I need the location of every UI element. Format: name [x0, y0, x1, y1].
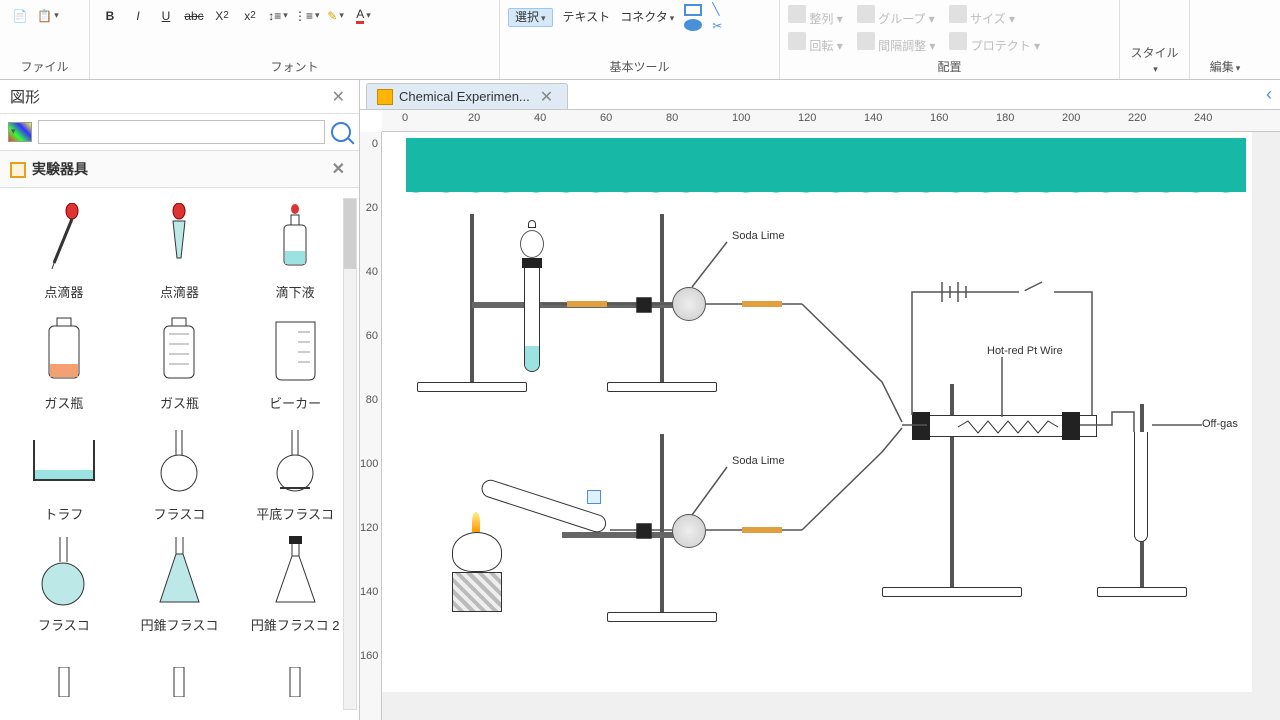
shapes-search-bar — [0, 114, 359, 151]
align-button[interactable]: 整列 ▾ — [788, 5, 843, 27]
shape-grid: 点滴器 点滴器 滴下液 ガス瓶 ガス瓶 — [0, 188, 359, 720]
panel-expand-icon[interactable]: ‹ — [1266, 84, 1272, 105]
library-title: 実験器具 — [32, 161, 88, 177]
ruler-horizontal: 020406080100120140160180200220240 — [382, 110, 1280, 132]
sep-funnel[interactable] — [520, 230, 544, 258]
library-close-button[interactable]: ✕ — [328, 159, 349, 179]
strike-button[interactable]: abc — [182, 4, 206, 28]
ribbon-group-arrange: 整列 ▾ グループ ▾ サイズ ▾ 回転 ▾ 間隔調整 ▾ プロテクト ▾ 配置 — [780, 0, 1120, 79]
connector-tool-button[interactable]: コネクタ — [620, 11, 674, 24]
ribbon-label-font: フォント — [98, 56, 491, 79]
ribbon-group-file: 📄 📋 ファイル — [0, 0, 90, 79]
subscript-button[interactable]: X2 — [210, 4, 234, 28]
label-offgas[interactable]: Off-gas — [1202, 418, 1238, 430]
drawing-page[interactable]: Soda Lime Soda Lime Hot-red Pt Wire Off-… — [382, 132, 1252, 692]
highlight-button[interactable]: ✎ — [324, 4, 348, 28]
shape-drop-bottle[interactable]: 滴下液 — [245, 198, 345, 301]
ribbon-label-file: ファイル — [8, 56, 81, 79]
smart-tag-icon[interactable] — [587, 490, 601, 504]
test-tube-2[interactable] — [1134, 432, 1148, 542]
palette-icon[interactable] — [8, 122, 32, 142]
ribbon-group-font: B I U abc X2 x2 ↕≡ ⋮≡ ✎ A フォント — [90, 0, 500, 79]
size-button[interactable]: サイズ ▾ — [949, 5, 1015, 27]
shape-dropper-2[interactable]: 点滴器 — [129, 198, 229, 301]
library-icon — [10, 162, 26, 178]
shape-partial-1[interactable] — [14, 642, 114, 720]
label-pt-wire[interactable]: Hot-red Pt Wire — [987, 345, 1063, 357]
underline-button[interactable]: U — [154, 4, 178, 28]
tab-close-button[interactable]: ✕ — [536, 87, 557, 107]
shapes-panel: 図形 ✕ 実験器具 ✕ 点滴器 点滴器 — [0, 80, 360, 720]
shape-trough[interactable]: トラフ — [14, 420, 114, 523]
shape-erlenmeyer-2[interactable]: 円錐フラスコ 2 — [245, 531, 345, 634]
ribbon-toolbar: 📄 📋 ファイル B I U abc X2 x2 ↕≡ ⋮≡ ✎ A フォント … — [0, 0, 1280, 80]
search-icon[interactable] — [331, 122, 351, 142]
shape-flask-round[interactable]: フラスコ — [129, 420, 229, 523]
stand-5[interactable] — [1102, 402, 1202, 597]
alcohol-burner[interactable] — [452, 532, 502, 572]
shape-dropper-1[interactable]: 点滴器 — [14, 198, 114, 301]
label-soda-lime-2[interactable]: Soda Lime — [732, 455, 785, 467]
tab-chemical-experiment[interactable]: Chemical Experimen... ✕ — [366, 83, 568, 109]
page-banner — [406, 138, 1246, 192]
line-spacing-button[interactable]: ↕≡ — [266, 4, 290, 28]
canvas-area: Chemical Experimen... ✕ ‹ 02040608010012… — [360, 80, 1280, 720]
copy-icon[interactable]: 📄 — [8, 4, 32, 28]
shape-gas-bottle-1[interactable]: ガス瓶 — [14, 309, 114, 412]
shapes-close-button[interactable]: ✕ — [328, 87, 349, 107]
superscript-button[interactable]: x2 — [238, 4, 262, 28]
shape-flask-flat[interactable]: 平底フラスコ — [245, 420, 345, 523]
rotate-button[interactable]: 回転 ▾ — [788, 32, 843, 54]
bold-button[interactable]: B — [98, 4, 122, 28]
tube-end-right — [1062, 412, 1080, 440]
ribbon-label-style[interactable]: スタイル — [1128, 42, 1181, 79]
burner-stand — [452, 572, 502, 612]
bullets-button[interactable]: ⋮≡ — [294, 4, 320, 28]
tilted-tube[interactable] — [479, 477, 608, 534]
crop-icon[interactable]: ✂ — [712, 19, 722, 33]
shapes-scrollbar[interactable] — [343, 198, 357, 710]
document-tabs: Chemical Experimen... ✕ ‹ — [360, 80, 1280, 110]
italic-button[interactable]: I — [126, 4, 150, 28]
main-area: 図形 ✕ 実験器具 ✕ 点滴器 点滴器 — [0, 80, 1280, 720]
soda-lime-bulb-1[interactable] — [672, 287, 706, 321]
flame-icon — [472, 512, 480, 532]
shape-flask-round-2[interactable]: フラスコ — [14, 531, 114, 634]
paste-icon[interactable]: 📋 — [36, 4, 60, 28]
stopper-1 — [522, 258, 542, 268]
shape-partial-3[interactable] — [245, 642, 345, 720]
text-tool-button[interactable]: テキスト — [563, 11, 611, 24]
select-tool-button[interactable]: 選択 — [508, 8, 553, 27]
shape-partial-2[interactable] — [129, 642, 229, 720]
line-shape-icon[interactable]: ╲ — [712, 2, 722, 16]
ribbon-label-arrange: 配置 — [788, 56, 1111, 79]
canvas-scroll[interactable]: Soda Lime Soda Lime Hot-red Pt Wire Off-… — [382, 132, 1280, 720]
ribbon-group-edit: 編集 — [1190, 0, 1260, 79]
tab-doc-icon — [377, 89, 393, 105]
test-tube-1[interactable] — [524, 262, 540, 372]
tube-end-left — [912, 412, 930, 440]
soda-lime-bulb-2[interactable] — [672, 514, 706, 548]
shape-beaker[interactable]: ビーカー — [245, 309, 345, 412]
ruler-vertical: 020406080100120140160 — [360, 132, 382, 720]
ribbon-label-tools: 基本ツール — [508, 56, 771, 79]
ellipse-shape-icon[interactable] — [684, 19, 702, 31]
lock-button[interactable]: プロテクト ▾ — [949, 32, 1040, 54]
rect-shape-icon[interactable] — [684, 4, 702, 16]
shapes-search-input[interactable] — [38, 120, 325, 144]
shapes-panel-header: 図形 ✕ — [0, 80, 359, 114]
tab-title: Chemical Experimen... — [399, 89, 530, 104]
ribbon-label-edit[interactable]: 編集 — [1198, 56, 1252, 79]
ribbon-group-tools: 選択 テキスト コネクタ ╲ ✂ 基本ツール — [500, 0, 780, 79]
font-color-button[interactable]: A — [352, 4, 376, 28]
group-button[interactable]: グループ ▾ — [857, 5, 935, 27]
funnel-stopper — [528, 220, 536, 228]
library-header: 実験器具 ✕ — [0, 151, 359, 188]
shapes-panel-title: 図形 — [10, 86, 40, 107]
ribbon-group-style: スタイル — [1120, 0, 1190, 79]
spacing-button[interactable]: 間隔調整 ▾ — [857, 32, 936, 54]
shape-erlenmeyer[interactable]: 円錐フラスコ — [129, 531, 229, 634]
label-soda-lime-1[interactable]: Soda Lime — [732, 230, 785, 242]
shape-gas-bottle-2[interactable]: ガス瓶 — [129, 309, 229, 412]
